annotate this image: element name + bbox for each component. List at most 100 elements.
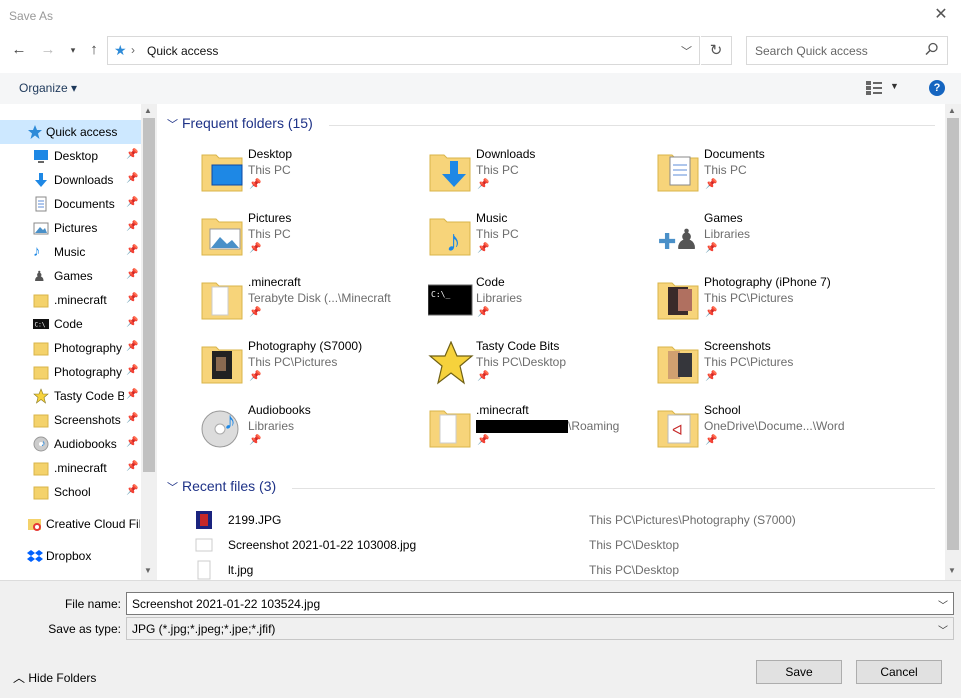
folder-name: Screenshots	[704, 339, 771, 353]
nav-label: Desktop	[54, 149, 99, 163]
nav-item-dropbox[interactable]: Dropbox	[0, 544, 141, 568]
cancel-button[interactable]: Cancel	[856, 660, 942, 684]
up-arrow-icon[interactable]: ↑	[84, 40, 104, 60]
folder-tile-code[interactable]: C:\_ Code Libraries 📌	[428, 275, 656, 337]
console-library-icon: C:\_	[428, 284, 473, 316]
pin-icon: 📌	[249, 179, 262, 190]
svg-text:ᐊ: ᐊ	[672, 422, 683, 438]
view-options-icon[interactable]	[866, 81, 882, 95]
folder-location: Libraries	[476, 291, 523, 305]
view-dropdown-icon[interactable]: ▼	[890, 81, 899, 91]
navigation-scroll-thumb[interactable]	[143, 118, 155, 472]
nav-item-minecraft[interactable]: .minecraft 📌	[0, 288, 141, 312]
scroll-up-icon[interactable]: ▲	[144, 106, 152, 115]
nav-item-minecraft[interactable]: .minecraft 📌	[0, 456, 141, 480]
folder-tile-photography-s7000[interactable]: Photography (S7000) This PC\Pictures 📌	[200, 339, 428, 401]
nav-label: Documents	[54, 197, 115, 211]
folder-tile-screenshots[interactable]: Screenshots This PC\Pictures 📌	[656, 339, 884, 401]
file-path: This PC\Desktop	[589, 563, 680, 577]
content-scroll-thumb[interactable]	[947, 118, 959, 550]
folder-name: Documents	[704, 147, 765, 161]
file-path: This PC\Pictures\Photography (S7000)	[589, 513, 796, 527]
scroll-down-icon[interactable]: ▼	[948, 566, 956, 575]
close-icon[interactable]: ✕	[931, 5, 951, 25]
folder-tile-tasty-code-bits[interactable]: Tasty Code Bits This PC\Desktop 📌	[428, 339, 656, 401]
folder-tile-photography-iphone[interactable]: Photography (iPhone 7) This PC\Pictures …	[656, 275, 884, 337]
svg-text:C:\: C:\	[35, 322, 46, 329]
save-as-type-select[interactable]: JPG (*.jpg;*.jpeg;*.jpe;*.jfif) ﹀	[126, 617, 954, 640]
nav-item-quick-access[interactable]: Quick access	[0, 120, 141, 144]
folder-name: .minecraft	[248, 275, 301, 289]
scroll-down-icon[interactable]: ▼	[144, 566, 152, 575]
folder-tile-downloads[interactable]: Downloads This PC 📌	[428, 147, 656, 209]
scroll-up-icon[interactable]: ▲	[948, 106, 956, 115]
save-button[interactable]: Save	[756, 660, 842, 684]
nav-item-creative-cloud[interactable]: Creative Cloud Fil	[0, 512, 141, 536]
nav-item-school[interactable]: School 📌	[0, 480, 141, 504]
pin-icon: 📌	[126, 245, 139, 256]
file-name-dropdown-icon[interactable]: ﹀	[938, 597, 948, 612]
photo-folder-icon	[657, 282, 699, 320]
pin-icon: 📌	[249, 307, 262, 318]
nav-item-photography[interactable]: Photography 📌	[0, 360, 141, 384]
recent-file-row[interactable]: Screenshot 2021-01-22 103008.jpg This PC…	[195, 532, 935, 557]
forward-arrow-icon[interactable]: →	[38, 40, 58, 60]
folder-tile-music[interactable]: ♪ Music This PC 📌	[428, 211, 656, 273]
frequent-folders-header[interactable]: ﹀ Frequent folders (15)	[167, 115, 935, 137]
folder-tile-games[interactable]: ✚ ♟ Games Libraries 📌	[656, 211, 884, 273]
file-name-input[interactable]: Screenshot 2021-01-22 103524.jpg ﹀	[126, 592, 954, 615]
address-bar[interactable]: ★ › Quick access ﹀	[107, 36, 700, 65]
image-file-icon	[195, 538, 213, 552]
address-dropdown-icon[interactable]: ﹀	[681, 43, 692, 59]
nav-item-downloads[interactable]: Downloads 📌	[0, 168, 141, 192]
nav-item-code[interactable]: C:\ Code 📌	[0, 312, 141, 336]
navigation-pane: Quick access Desktop 📌 Downloads 📌 Docum…	[0, 104, 157, 580]
search-placeholder: Search Quick access	[755, 44, 868, 58]
save-as-type-dropdown-icon[interactable]: ﹀	[938, 622, 948, 637]
folder-tile-desktop[interactable]: Desktop This PC 📌	[200, 147, 428, 209]
collapse-chevron-icon[interactable]: ﹀	[167, 479, 178, 495]
nav-item-documents[interactable]: Documents 📌	[0, 192, 141, 216]
back-arrow-icon[interactable]: ←	[9, 40, 29, 60]
folder-tile-minecraft-roaming[interactable]: .minecraft \Roaming 📌	[428, 403, 656, 465]
pin-icon: 📌	[477, 371, 490, 382]
folder-name: Code	[476, 275, 505, 289]
folder-tile-school[interactable]: ᐊ School OneDrive\Docume...\Word 📌	[656, 403, 884, 465]
window-title: Save As	[9, 9, 54, 23]
hide-folders-button[interactable]: ︿ Hide Folders	[13, 669, 96, 686]
help-icon[interactable]: ?	[929, 80, 945, 96]
breadcrumb[interactable]: Quick access	[147, 44, 218, 58]
folder-tile-pictures[interactable]: Pictures This PC 📌	[200, 211, 428, 273]
collapse-chevron-icon[interactable]: ﹀	[167, 116, 178, 132]
nav-label: .minecraft	[54, 293, 107, 307]
pictures-icon	[33, 222, 49, 235]
nav-item-tasty-code-bits[interactable]: Tasty Code Bi 📌	[0, 384, 141, 408]
nav-item-photography[interactable]: Photography 📌	[0, 336, 141, 360]
folder-tile-documents[interactable]: Documents This PC 📌	[656, 147, 884, 209]
search-icon	[925, 42, 938, 56]
downloads-folder-icon	[429, 154, 471, 192]
recent-locations-chevron-icon[interactable]: ▾	[63, 40, 83, 60]
recent-files-header[interactable]: ﹀ Recent files (3)	[167, 478, 935, 500]
nav-label: Audiobooks	[54, 437, 117, 451]
pin-icon: 📌	[249, 371, 262, 382]
nav-item-audiobooks[interactable]: ♪ Audiobooks 📌	[0, 432, 141, 456]
refresh-icon[interactable]: ↻	[701, 36, 732, 65]
recent-file-row[interactable]: lt.jpg This PC\Desktop	[195, 557, 935, 580]
recent-file-row[interactable]: 2199.JPG This PC\Pictures\Photography (S…	[195, 507, 935, 532]
folder-icon	[429, 410, 471, 448]
organize-menu-button[interactable]: Organize ▾	[19, 81, 77, 95]
nav-item-games[interactable]: ♟ Games 📌	[0, 264, 141, 288]
folder-tile-audiobooks[interactable]: ♪ Audiobooks Libraries 📌	[200, 403, 428, 465]
search-input[interactable]: Search Quick access	[746, 36, 948, 65]
svg-text:♪: ♪	[224, 408, 236, 435]
folder-location: Terabyte Disk (...\Minecraft	[248, 291, 391, 305]
nav-item-desktop[interactable]: Desktop 📌	[0, 144, 141, 168]
folder-tile-minecraft[interactable]: .minecraft Terabyte Disk (...\Minecraft …	[200, 275, 428, 337]
group-divider	[329, 125, 935, 126]
nav-item-screenshots[interactable]: Screenshots 📌	[0, 408, 141, 432]
nav-item-music[interactable]: ♪ Music 📌	[0, 240, 141, 264]
pin-icon: 📌	[705, 179, 718, 190]
nav-label: School	[54, 485, 91, 499]
nav-item-pictures[interactable]: Pictures 📌	[0, 216, 141, 240]
